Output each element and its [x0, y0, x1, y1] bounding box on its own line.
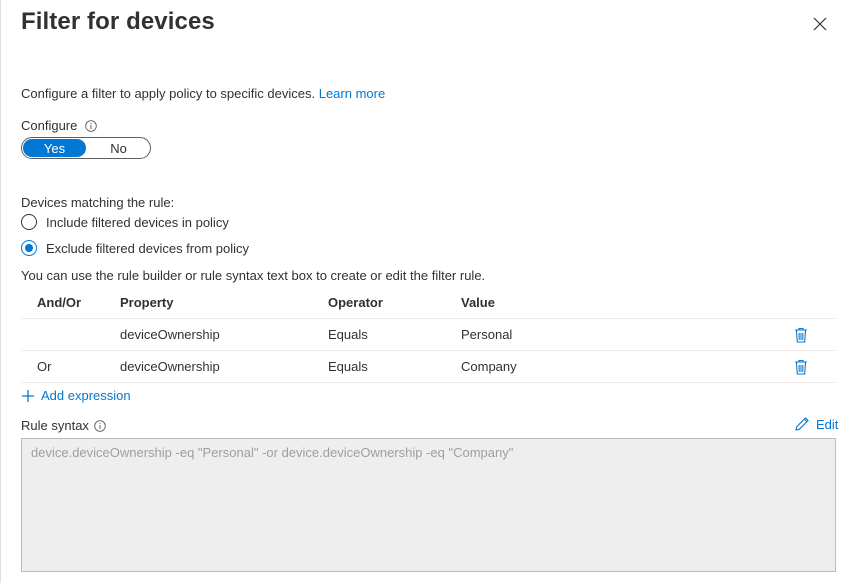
- table-row: Or deviceOwnership Equals Company: [21, 351, 836, 383]
- delete-icon[interactable]: [794, 327, 808, 343]
- table-row: deviceOwnership Equals Personal: [21, 319, 836, 351]
- include-radio-label: Include filtered devices in policy: [46, 214, 229, 230]
- edit-button[interactable]: Edit: [794, 416, 838, 432]
- add-expression-button[interactable]: Add expression: [21, 388, 131, 403]
- include-radio-option[interactable]: Include filtered devices in policy: [21, 214, 229, 230]
- cell-operator[interactable]: Equals: [328, 359, 461, 374]
- cell-property[interactable]: deviceOwnership: [120, 327, 328, 342]
- cell-value[interactable]: Personal: [461, 327, 761, 342]
- header-value: Value: [461, 294, 495, 310]
- include-radio[interactable]: [21, 214, 37, 230]
- header-operator: Operator: [328, 294, 383, 310]
- exclude-radio[interactable]: [21, 240, 37, 256]
- description: Configure a filter to apply policy to sp…: [21, 86, 385, 101]
- panel-title: Filter for devices: [21, 8, 215, 35]
- cell-and-or[interactable]: Or: [21, 359, 120, 374]
- cell-value[interactable]: Company: [461, 359, 761, 374]
- rule-table: And/Or Property Operator Value deviceOwn…: [21, 286, 836, 383]
- info-icon[interactable]: [94, 419, 106, 432]
- cell-operator[interactable]: Equals: [328, 327, 461, 342]
- matching-label: Devices matching the rule:: [21, 195, 175, 210]
- rule-builder-hint: You can use the rule builder or rule syn…: [21, 268, 486, 283]
- header-and-or: And/Or: [37, 294, 82, 310]
- rule-syntax-textbox[interactable]: device.deviceOwnership -eq "Personal" -o…: [21, 438, 836, 572]
- cell-property[interactable]: deviceOwnership: [120, 359, 328, 374]
- exclude-radio-label: Exclude filtered devices from policy: [46, 240, 250, 256]
- configure-toggle[interactable]: Yes No: [21, 137, 151, 159]
- panel-border: [0, 0, 1, 583]
- configure-label-row: Configure: [21, 118, 98, 133]
- delete-icon[interactable]: [794, 359, 808, 375]
- rule-syntax-label: Rule syntax: [21, 418, 89, 433]
- table-header: And/Or Property Operator Value: [21, 286, 836, 319]
- info-icon[interactable]: [85, 119, 98, 132]
- description-text: Configure a filter to apply policy to sp…: [21, 86, 316, 101]
- header-property: Property: [120, 294, 174, 310]
- edit-icon: [795, 417, 809, 431]
- configure-no-option[interactable]: No: [87, 138, 150, 158]
- configure-yes-option[interactable]: Yes: [23, 139, 86, 157]
- close-icon: [813, 17, 827, 31]
- add-expression-label: Add expression: [41, 388, 131, 403]
- exclude-radio-option[interactable]: Exclude filtered devices from policy: [21, 240, 249, 256]
- edit-label: Edit: [816, 416, 839, 432]
- add-icon: [22, 389, 34, 402]
- rule-syntax-label-row: Rule syntax: [21, 418, 106, 433]
- close-button[interactable]: [810, 14, 830, 34]
- configure-label: Configure: [21, 118, 78, 133]
- learn-more-link[interactable]: Learn more: [319, 86, 385, 101]
